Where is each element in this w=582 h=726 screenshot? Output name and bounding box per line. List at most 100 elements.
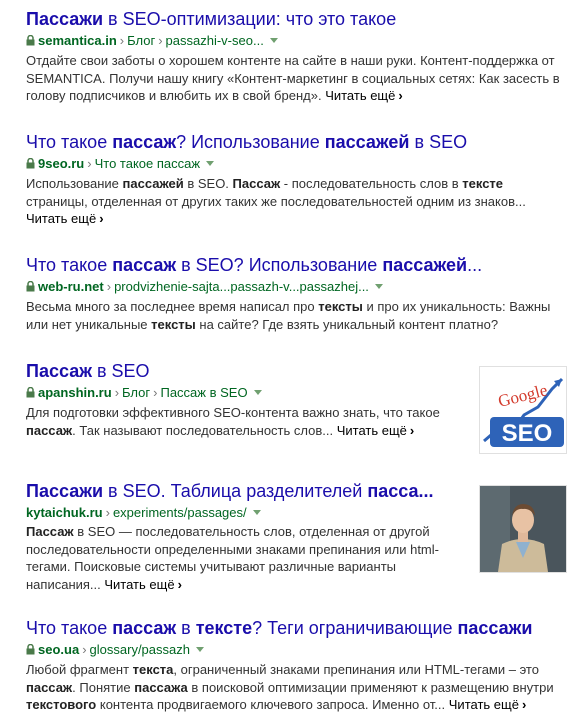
breadcrumb-separator: › [119, 33, 125, 48]
dropdown-arrow-icon[interactable] [269, 38, 278, 43]
search-result: Пассажи в SEO-оптимизации: что это такое… [26, 8, 566, 105]
breadcrumb-link[interactable]: glossary/passazh [90, 642, 190, 657]
dropdown-arrow-icon[interactable] [195, 647, 204, 652]
thumb-google-text: Google [496, 380, 549, 411]
result-title-link[interactable]: Пассажи в SEO-оптимизации: что это такое [26, 8, 566, 30]
text-segment: ... [467, 255, 483, 275]
result-snippet: Использование пассажей в SEO. Пассаж - п… [26, 175, 566, 228]
result-domain-link[interactable]: semantica.in [38, 33, 117, 48]
highlighted-keyword: текстового [26, 697, 97, 712]
text-segment: страницы, отделенная от других таких же … [26, 193, 526, 209]
text-segment: Отдайте свои заботы о хорошем контенте н… [26, 53, 560, 103]
text-segment: контента продвигаемого ключевого запроса… [96, 697, 449, 712]
breadcrumb-separator: › [114, 385, 120, 400]
breadcrumb-link[interactable]: Пассаж в SEO [160, 385, 247, 400]
highlighted-keyword: тексте [462, 176, 504, 191]
result-title-link[interactable]: Пассажи в SEO. Таблица разделителей пасс… [26, 480, 456, 502]
highlighted-keyword: пассаж [112, 618, 177, 638]
highlighted-keyword: пасса... [367, 481, 434, 501]
text-segment: - последовательность слов в [280, 176, 463, 191]
dropdown-arrow-icon[interactable] [206, 161, 215, 166]
result-snippet: Весьма много за последнее время написал … [26, 298, 556, 333]
result-domain-link[interactable]: kytaichuk.ru [26, 505, 103, 520]
breadcrumb-link[interactable]: prodvizhenie-sajta...passazh-v...passazh… [114, 279, 369, 294]
result-domain-link[interactable]: seo.ua [38, 642, 79, 657]
result-title-link[interactable]: Что такое пассаж? Использование пассажей… [26, 131, 566, 153]
result-domain-link[interactable]: 9seo.ru [38, 156, 84, 171]
text-segment: Что такое [26, 618, 113, 638]
read-more-link[interactable]: Читать ещё › [26, 211, 104, 226]
text-segment: ? Теги ограничивающие [252, 618, 458, 638]
read-more-link[interactable]: Читать ещё › [325, 88, 403, 103]
search-result: Пассажи в SEO. Таблица разделителей пасс… [26, 480, 456, 593]
text-segment: в [176, 618, 196, 638]
breadcrumb-separator: › [106, 279, 112, 294]
text-segment: в поисковой оптимизации применяют к разм… [187, 679, 554, 695]
seo-graph-image: SEO Google [483, 377, 564, 447]
result-title-link[interactable]: Что такое пассаж в тексте? Теги ограничи… [26, 617, 566, 639]
text-segment: Что такое [26, 132, 113, 152]
breadcrumb-separator: › [158, 33, 163, 48]
result-url-row: kytaichuk.ru › experiments/passages/ [26, 504, 456, 522]
person-photo-image [480, 486, 566, 572]
result-domain-link[interactable]: web-ru.net [38, 279, 104, 294]
result-snippet: Любой фрагмент текста, ограниченный знак… [26, 661, 566, 714]
highlighted-keyword: пассаж [112, 255, 177, 275]
chevron-right-icon: › [409, 422, 415, 438]
text-segment: в SEO [91, 361, 150, 381]
highlighted-keyword: Пассажи [26, 481, 104, 501]
chevron-right-icon: › [99, 211, 104, 226]
result-url-row: web-ru.net › prodvizhenie-sajta...passazh-… [26, 278, 556, 297]
lock-icon [26, 642, 35, 660]
chevron-right-icon: › [177, 576, 182, 592]
text-segment: в SEO — последовательность слов, отделен… [26, 524, 439, 592]
text-segment: в SEO. Таблица разделителей [103, 481, 368, 501]
highlighted-keyword: пассажей [382, 255, 468, 275]
breadcrumb-link[interactable]: experiments/passages/ [113, 505, 247, 520]
lock-icon [26, 156, 35, 174]
text-segment: в SEO [409, 132, 468, 152]
result-url-row: apanshin.ru › Блог › Пассаж в SEO [26, 384, 456, 403]
result-url-row: seo.ua › glossary/passazh [26, 641, 566, 660]
dropdown-arrow-icon[interactable] [374, 284, 383, 289]
text-segment: в SEO-оптимизации: что это такое [103, 9, 397, 29]
text-segment: ? Использование [176, 132, 325, 152]
breadcrumb-link[interactable]: Что такое пассаж [95, 156, 200, 171]
result-title-link[interactable]: Пассаж в SEO [26, 360, 456, 382]
breadcrumb-separator: › [87, 156, 92, 171]
highlighted-keyword: Пассаж [26, 361, 92, 381]
result-domain-link[interactable]: apanshin.ru [38, 385, 112, 400]
search-result: Что такое пассаж ? Использование пассажей… [26, 131, 566, 228]
breadcrumb-link[interactable]: passazhi-v-seo... [166, 33, 264, 48]
result-title-link[interactable]: Что такое пассаж в SEO? Использование па… [26, 254, 556, 276]
lock-icon [26, 385, 35, 403]
read-more-link[interactable]: Читать ещё › [337, 423, 415, 438]
highlighted-keyword: Пассаж [26, 524, 74, 539]
breadcrumb-separator: › [153, 385, 158, 400]
search-result: Что такое пассаж в SEO? Использование па… [26, 254, 556, 333]
result-snippet: Отдайте свои заботы о хорошем контенте н… [26, 52, 566, 105]
read-more-link[interactable]: Читать ещё › [449, 697, 527, 712]
text-segment: в SEO? Использование [176, 255, 383, 275]
dropdown-arrow-icon[interactable] [252, 510, 261, 515]
read-more-link[interactable]: Читать ещё › [104, 577, 182, 592]
highlighted-keyword: пассажей [122, 176, 184, 191]
highlighted-keyword: текста [132, 662, 174, 677]
highlighted-keyword: пассажа [134, 679, 188, 695]
search-result: Пассаж в SEO apanshin.ru › Блог › Пассаж в S… [26, 360, 456, 439]
text-segment: . Так называют последовательность слов..… [72, 422, 337, 438]
highlighted-keyword: тексте [195, 618, 253, 638]
text-segment: Весьма много за последнее время написал … [26, 299, 319, 314]
result-url-row: semantica.in › Блог › passazhi-v-seo... [26, 32, 566, 51]
breadcrumb-link[interactable]: Блог [122, 385, 150, 400]
text-segment: . Понятие [72, 679, 135, 695]
result-thumbnail-photo[interactable] [479, 485, 567, 573]
result-snippet: Для подготовки эффективного SEO-контента… [26, 404, 456, 439]
dropdown-arrow-icon[interactable] [253, 390, 262, 395]
text-segment: Для подготовки эффективного SEO-контента… [26, 405, 440, 420]
lock-icon [26, 279, 35, 297]
thumb-seo-text: SEO [502, 420, 553, 447]
result-thumbnail-seo[interactable]: SEO Google [479, 366, 567, 454]
breadcrumb-separator: › [82, 642, 87, 657]
breadcrumb-link[interactable]: Блог [127, 33, 155, 48]
